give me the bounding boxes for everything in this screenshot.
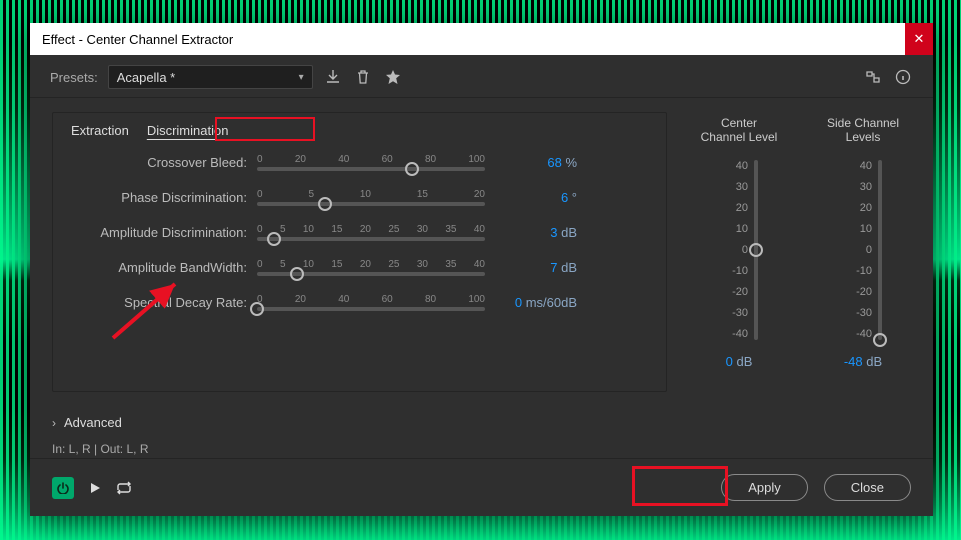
slider-track-wrap: 020406080100 bbox=[257, 294, 485, 311]
title-bar: Effect - Center Channel Extractor ✕ bbox=[30, 23, 933, 55]
slider-value[interactable]: 7 dB bbox=[495, 260, 577, 275]
slider-thumb[interactable] bbox=[267, 232, 281, 246]
slider-value[interactable]: 68 % bbox=[495, 155, 577, 170]
slider-track[interactable] bbox=[257, 272, 485, 276]
save-preset-icon[interactable] bbox=[323, 67, 343, 87]
play-icon bbox=[88, 481, 102, 495]
level-ticks: 403020100-10-20-30-40 bbox=[844, 160, 872, 340]
channel-map-icon[interactable] bbox=[863, 67, 883, 87]
center-channel-level: CenterChannel Level 403020100-10-20-30-4… bbox=[691, 116, 787, 392]
slider-track[interactable] bbox=[257, 167, 485, 171]
level-title: Side ChannelLevels bbox=[827, 116, 899, 150]
slider-value[interactable]: 6 ° bbox=[495, 190, 577, 205]
sliders: Crossover Bleed: 020406080100 68 % Phase… bbox=[71, 154, 648, 311]
tabs: Extraction Discrimination bbox=[71, 123, 648, 140]
slider-crossover-bleed: Crossover Bleed: 020406080100 68 % bbox=[71, 154, 648, 171]
io-label: In: L, R | Out: L, R bbox=[52, 442, 149, 456]
dialog-body: Extraction Discrimination Crossover Blee… bbox=[30, 98, 933, 400]
slider-track-wrap: 05101520 bbox=[257, 189, 485, 206]
preset-row: Presets: Acapella * ▾ bbox=[30, 55, 933, 98]
apply-button[interactable]: Apply bbox=[721, 474, 808, 501]
level-value[interactable]: 0 dB bbox=[726, 354, 753, 369]
slider-track[interactable] bbox=[257, 307, 485, 311]
slider-label: Amplitude BandWidth: bbox=[71, 260, 247, 275]
window-close-button[interactable]: ✕ bbox=[905, 23, 933, 55]
slider-track[interactable] bbox=[878, 160, 882, 340]
close-icon: ✕ bbox=[914, 31, 925, 47]
slider-spectral-decay-rate: Spectral Decay Rate: 020406080100 0 ms/6… bbox=[71, 294, 648, 311]
power-icon bbox=[57, 482, 69, 494]
advanced-disclosure[interactable]: › Advanced bbox=[52, 415, 122, 430]
slider-amplitude-bandwidth: Amplitude BandWidth: 0510152025303540 7 … bbox=[71, 259, 648, 276]
chevron-down-icon: ▾ bbox=[299, 72, 304, 83]
slider-amplitude-discrimination: Amplitude Discrimination: 05101520253035… bbox=[71, 224, 648, 241]
level-title: CenterChannel Level bbox=[701, 116, 778, 150]
slider-thumb[interactable] bbox=[749, 243, 763, 257]
slider-ticks: 020406080100 bbox=[257, 154, 485, 165]
slider-track-wrap: 020406080100 bbox=[257, 154, 485, 171]
slider-label: Phase Discrimination: bbox=[71, 190, 247, 205]
slider-phase-discrimination: Phase Discrimination: 05101520 6 ° bbox=[71, 189, 648, 206]
loop-button[interactable] bbox=[116, 481, 132, 495]
slider-thumb[interactable] bbox=[250, 302, 264, 316]
slider-label: Spectral Decay Rate: bbox=[71, 295, 247, 310]
tab-discrimination[interactable]: Discrimination bbox=[147, 123, 229, 140]
play-button[interactable] bbox=[88, 481, 102, 495]
level-sliders: CenterChannel Level 403020100-10-20-30-4… bbox=[691, 112, 911, 392]
transport-controls bbox=[52, 477, 132, 499]
side-channel-levels: Side ChannelLevels 403020100-10-20-30-40… bbox=[815, 116, 911, 392]
slider-track[interactable] bbox=[754, 160, 758, 340]
slider-track[interactable] bbox=[257, 237, 485, 241]
power-button[interactable] bbox=[52, 477, 74, 499]
slider-value[interactable]: 0 ms/60dB bbox=[495, 295, 577, 310]
footer: Apply Close bbox=[30, 458, 933, 516]
slider-thumb[interactable] bbox=[318, 197, 332, 211]
loop-icon bbox=[116, 481, 132, 495]
preset-label: Presets: bbox=[50, 70, 98, 85]
slider-thumb[interactable] bbox=[290, 267, 304, 281]
slider-thumb[interactable] bbox=[873, 333, 887, 347]
level-value[interactable]: -48 dB bbox=[844, 354, 882, 369]
tab-extraction[interactable]: Extraction bbox=[71, 123, 129, 140]
parameters-panel: Extraction Discrimination Crossover Blee… bbox=[52, 112, 667, 392]
effect-dialog: Effect - Center Channel Extractor ✕ Pres… bbox=[30, 23, 933, 516]
annotation-highlight-apply bbox=[632, 466, 728, 506]
slider-track-wrap: 0510152025303540 bbox=[257, 224, 485, 241]
chevron-right-icon: › bbox=[52, 416, 56, 430]
delete-preset-icon[interactable] bbox=[353, 67, 373, 87]
window-title: Effect - Center Channel Extractor bbox=[42, 32, 921, 47]
favorite-icon[interactable] bbox=[383, 67, 403, 87]
vertical-slider: 403020100-10-20-30-40 bbox=[720, 156, 758, 344]
advanced-label: Advanced bbox=[64, 415, 122, 430]
slider-track-wrap: 0510152025303540 bbox=[257, 259, 485, 276]
slider-label: Crossover Bleed: bbox=[71, 155, 247, 170]
info-icon[interactable] bbox=[893, 67, 913, 87]
level-ticks: 403020100-10-20-30-40 bbox=[720, 160, 748, 340]
vertical-slider: 403020100-10-20-30-40 bbox=[844, 156, 882, 344]
slider-thumb[interactable] bbox=[405, 162, 419, 176]
slider-value[interactable]: 3 dB bbox=[495, 225, 577, 240]
preset-selected: Acapella * bbox=[117, 70, 176, 85]
close-button[interactable]: Close bbox=[824, 474, 911, 501]
slider-track[interactable] bbox=[257, 202, 485, 206]
slider-label: Amplitude Discrimination: bbox=[71, 225, 247, 240]
preset-dropdown[interactable]: Acapella * ▾ bbox=[108, 65, 313, 89]
